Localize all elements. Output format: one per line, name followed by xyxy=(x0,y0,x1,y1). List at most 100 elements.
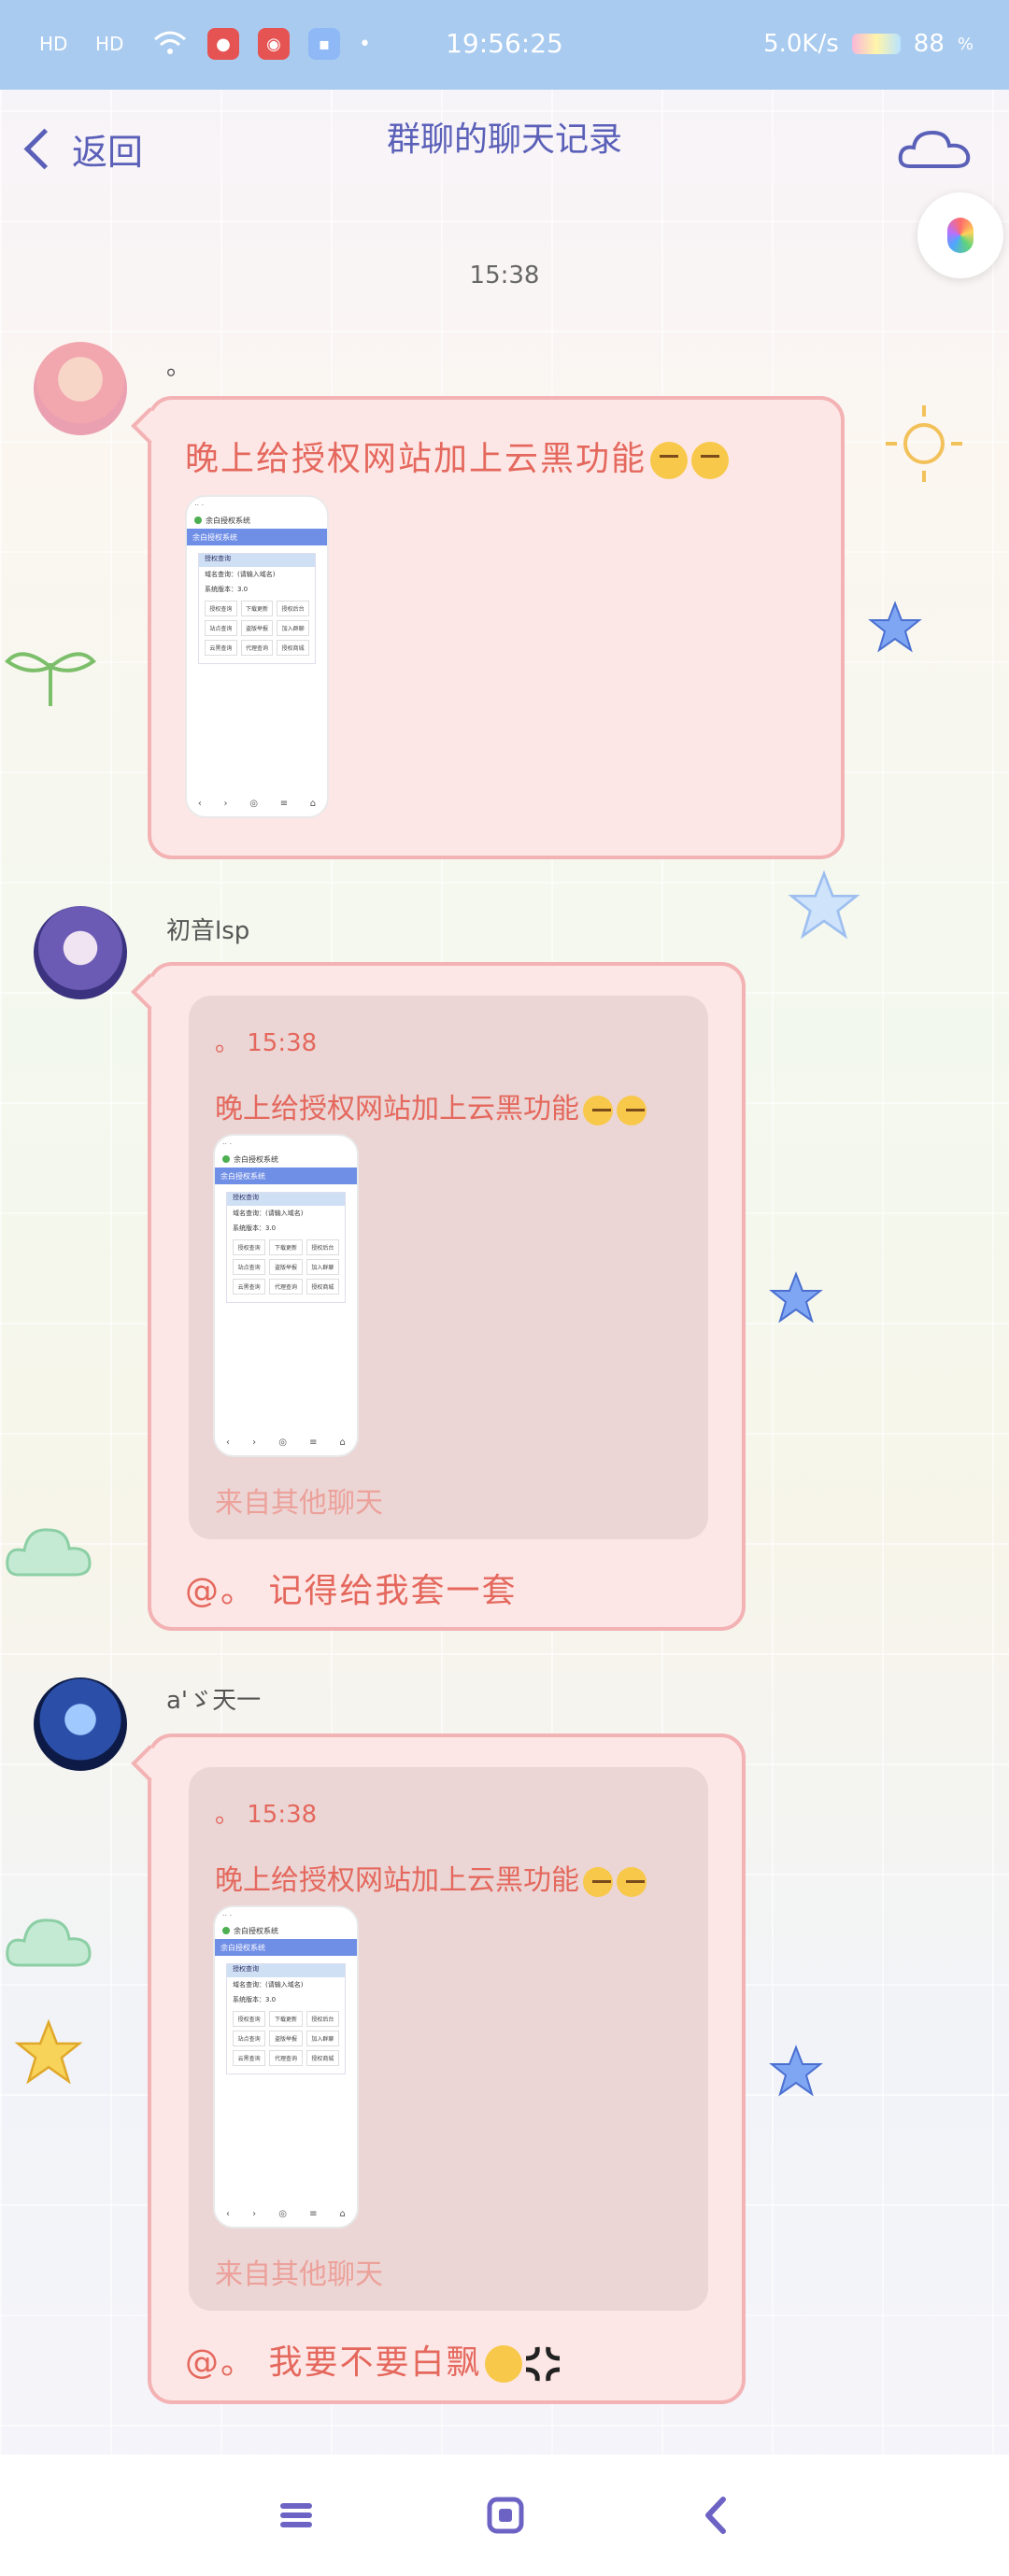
thumb-grid-item: 授权后台 xyxy=(277,601,309,616)
thumb-grid-item: 云黑查询 xyxy=(233,2050,266,2066)
thumb-status-bar: .. . xyxy=(222,1138,233,1146)
thumb-row: 域名查询：(请输入域名) xyxy=(233,1981,304,1989)
quote-text-content: 晚上给授权网站加上云黑功能 xyxy=(215,1093,579,1125)
status-right: 5.0K/s 88 % xyxy=(763,30,973,58)
thumb-row: 系统版本：3.0 xyxy=(205,586,249,593)
chat-timestamp: 15:38 xyxy=(469,262,540,290)
thumb-grid-item: 授权商城 xyxy=(306,1279,339,1295)
thumb-url-text: 余白授权系统 xyxy=(234,1154,278,1164)
bubble-tail xyxy=(131,407,168,445)
home-square-icon[interactable] xyxy=(484,2494,527,2537)
thumb-url-text: 余白授权系统 xyxy=(206,516,250,525)
thumb-grid-item: 授权查询 xyxy=(205,601,237,616)
thumb-grid-item: 站点查询 xyxy=(233,1259,266,1275)
thumb-grid-item: 云黑查询 xyxy=(205,640,237,656)
battery-percent-sign: % xyxy=(957,34,973,54)
thumb-url-bar: 余白授权系统 xyxy=(187,512,327,529)
thumb-card: 授权查询 域名查询：(请输入域名) 系统版本：3.0 授权查询 下载更新 授权后… xyxy=(226,1963,346,2074)
back-triangle-icon[interactable] xyxy=(695,2494,738,2537)
screenshot-thumbnail[interactable]: .. . 余白授权系统 余白授权系统 授权查询 域名查询：(请输入域名) 系统版… xyxy=(213,1905,359,2229)
system-nav-bar xyxy=(0,2455,1009,2576)
cloud-icon[interactable] xyxy=(897,127,972,170)
thumb-grid-item: 下载更新 xyxy=(269,2011,303,2027)
page-title: 群聊的聊天记录 xyxy=(386,120,622,159)
thumb-grid-item: 站点查询 xyxy=(205,620,237,636)
menu-icon[interactable] xyxy=(275,2494,318,2537)
star-icon xyxy=(14,2018,83,2085)
reply-text: @。 记得给我套一套 xyxy=(185,1572,518,1610)
reply-text: @。 我要不要白飘 xyxy=(185,2335,563,2385)
thumb-grid: 授权查询 下载更新 授权后台 站点查询 盗版举报 加入群聊 云黑查询 代理查询 … xyxy=(227,2007,345,2074)
thumb-card: 授权查询 域名查询：(请输入域名) 系统版本：3.0 授权查询 下载更新 授权后… xyxy=(226,1192,346,1303)
thumb-row: 系统版本：3.0 xyxy=(233,1224,277,1232)
net-speed: 5.0K/s xyxy=(763,30,839,58)
bubble-tail xyxy=(131,1745,168,1782)
secure-dot-icon xyxy=(194,517,202,524)
thumb-grid-item: 授权查询 xyxy=(233,1239,266,1255)
thumb-status-bar: .. . xyxy=(194,499,205,507)
thumb-grid-item: 代理查询 xyxy=(269,1279,303,1295)
thumb-url-text: 余白授权系统 xyxy=(234,1926,278,1935)
smirk-emoji-icon xyxy=(583,1866,613,1897)
quote-sender-time: 。 15:38 xyxy=(215,1029,318,1057)
thumb-card-title: 授权查询 xyxy=(227,1193,345,1206)
thumb-grid-item: 授权后台 xyxy=(306,2011,339,2027)
reply-text-content: @。 我要不要白飘 xyxy=(185,2343,482,2382)
cloud-doodle-icon xyxy=(6,1918,92,1967)
smirk-emoji-icon xyxy=(617,1866,647,1897)
thumb-row: 域名查询：(请输入域名) xyxy=(233,1210,304,1217)
quote-source: 来自其他聊天 xyxy=(215,2258,383,2291)
thumb-grid-item: 下载更新 xyxy=(269,1239,303,1255)
message-bubble[interactable]: 。 15:38 晚上给授权网站加上云黑功能 .. . 余白授权系统 余白授权系统… xyxy=(131,1734,746,2404)
avatar[interactable] xyxy=(34,1677,127,1771)
message-bubble[interactable]: 。 15:38 晚上给授权网站加上云黑功能 .. . 余白授权系统 余白授权系统… xyxy=(131,962,746,1631)
forwarded-quote[interactable]: 。 15:38 晚上给授权网站加上云黑功能 .. . 余白授权系统 余白授权系统… xyxy=(189,1767,708,2311)
thumb-row: 系统版本：3.0 xyxy=(233,1996,277,2003)
sprout-icon xyxy=(5,652,96,706)
anger-symbol-icon xyxy=(526,2346,561,2382)
thumb-grid-item: 授权商城 xyxy=(277,640,309,656)
quote-source: 来自其他聊天 xyxy=(215,1487,383,1520)
thumb-grid-item: 代理查询 xyxy=(269,2050,303,2066)
smirk-emoji-icon xyxy=(583,1095,613,1125)
battery-icon xyxy=(851,34,901,54)
secure-dot-icon xyxy=(222,1155,230,1163)
thumb-grid-item: 加入群聊 xyxy=(277,620,309,636)
thumb-grid-item: 代理查询 xyxy=(240,640,274,656)
star-icon xyxy=(868,601,922,653)
thumb-grid-item: 授权商城 xyxy=(306,2050,339,2066)
avatar[interactable] xyxy=(34,906,127,999)
message-bubble[interactable]: 晚上给授权网站加上云黑功能 .. . 余白授权系统 余白授权系统 授权查询 域名… xyxy=(131,396,845,859)
thumb-card: 授权查询 域名查询：(请输入域名) 系统版本：3.0 授权查询 下载更新 授权后… xyxy=(198,553,316,664)
star-icon xyxy=(788,870,860,940)
smirk-emoji-icon xyxy=(691,442,730,479)
thumb-grid-item: 云黑查询 xyxy=(233,1279,266,1295)
thumb-nav: ‹ › ◎ ≡ ⌂ xyxy=(226,2209,346,2219)
sender-name: 。 xyxy=(166,353,192,381)
secure-dot-icon xyxy=(222,1927,230,1934)
thumb-grid-item: 盗版举报 xyxy=(269,1259,303,1275)
thumb-grid-item: 盗版举报 xyxy=(269,2031,303,2046)
thumb-grid-item: 站点查询 xyxy=(233,2031,266,2046)
thumb-card-title: 授权查询 xyxy=(199,554,315,567)
avatar[interactable] xyxy=(34,342,127,435)
thumb-app-bar: 余白授权系统 xyxy=(187,529,327,545)
thumb-nav: ‹ › ◎ ≡ ⌂ xyxy=(197,799,317,809)
screenshot-thumbnail[interactable]: .. . 余白授权系统 余白授权系统 授权查询 域名查询：(请输入域名) 系统版… xyxy=(213,1134,359,1457)
thumb-grid: 授权查询 下载更新 授权后台 站点查询 盗版举报 加入群聊 云黑查询 代理查询 … xyxy=(227,1236,345,1302)
cloud-doodle-icon xyxy=(6,1528,92,1577)
status-bar: HD HD ● ◉ ▪ • 19:56:25 5.0K/s 88 % xyxy=(0,0,1009,90)
thumb-nav: ‹ › ◎ ≡ ⌂ xyxy=(226,1437,346,1448)
thumb-grid-item: 加入群聊 xyxy=(306,1259,339,1275)
thumb-status-bar: .. . xyxy=(222,1909,233,1918)
screenshot-thumbnail[interactable]: .. . 余白授权系统 余白授权系统 授权查询 域名查询：(请输入域名) 系统版… xyxy=(185,495,329,818)
thumb-grid-item: 授权查询 xyxy=(233,2011,266,2027)
thumb-grid: 授权查询 下载更新 授权后台 站点查询 盗版举报 加入群聊 云黑查询 代理查询 … xyxy=(199,597,315,663)
mic-icon xyxy=(947,218,973,253)
bubble-tail xyxy=(131,973,168,1011)
thumb-url-bar: 余白授权系统 xyxy=(215,1922,357,1939)
thumb-grid-item: 下载更新 xyxy=(240,601,274,616)
forwarded-quote[interactable]: 。 15:38 晚上给授权网站加上云黑功能 .. . 余白授权系统 余白授权系统… xyxy=(189,996,708,1539)
grin-emoji-icon xyxy=(485,2345,523,2383)
battery-level: 88 xyxy=(913,30,945,58)
